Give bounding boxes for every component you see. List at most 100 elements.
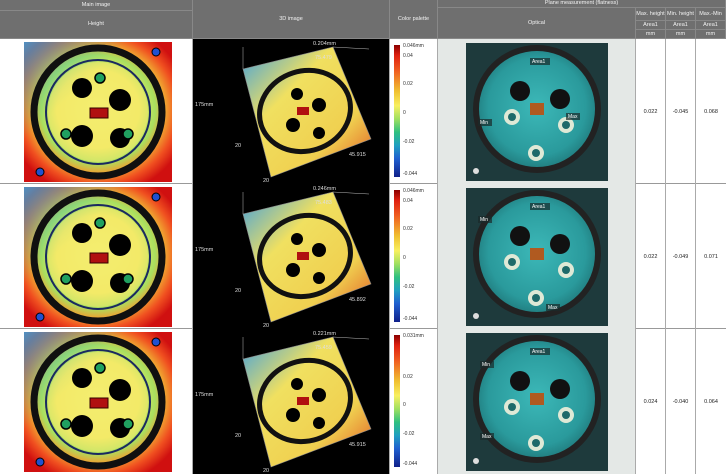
min-height-value: -0.040 bbox=[672, 398, 689, 405]
color-palette-cell: 0.046mm 0.04 0.02 0 -0.02 -0.044 bbox=[390, 184, 438, 329]
axis-tick-b-label: 20 bbox=[263, 468, 269, 474]
axis-y-length-label: 175mm bbox=[195, 392, 214, 398]
palette-top-label: 0.046mm bbox=[403, 43, 424, 49]
result-row: 0.246mm 75.483 175mm 20 20 45.892 0.046m… bbox=[0, 184, 726, 329]
view-3d-cell: 0.221mm 75.459 175mm 20 20 45.915 bbox=[193, 329, 390, 474]
axis-corner-label: 75.479 bbox=[315, 55, 332, 61]
height-map-cell bbox=[0, 184, 193, 329]
optical-cell: Area1 Min Max bbox=[438, 329, 636, 474]
color-palette-bar bbox=[394, 190, 400, 322]
color-palette-cell: 0.031mm 0.02 0 -0.02 -0.044 bbox=[390, 329, 438, 474]
header-max-min: Max.-Min bbox=[696, 8, 726, 21]
height-map-image bbox=[24, 332, 172, 472]
header-min-height: Min. height bbox=[666, 8, 696, 21]
header-3d-image: 3D image bbox=[193, 0, 390, 39]
height-map-image bbox=[24, 42, 172, 182]
min-height-cell: -0.045 bbox=[666, 39, 696, 184]
palette-tick: -0.044 bbox=[403, 316, 418, 322]
palette-tick: 0.04 bbox=[403, 53, 413, 59]
axis-tick-a-label: 20 bbox=[235, 288, 241, 294]
max-min-cell: 0.071 bbox=[696, 184, 726, 329]
axis-corner-label: 75.459 bbox=[315, 345, 332, 351]
optical-area-tag: Area1 bbox=[532, 349, 546, 355]
max-height-cell: 0.024 bbox=[636, 329, 666, 474]
optical-cell: Area1 Min Max bbox=[438, 39, 636, 184]
palette-tick: -0.02 bbox=[403, 431, 415, 437]
min-height-value: -0.045 bbox=[672, 108, 689, 115]
palette-tick: 0 bbox=[403, 402, 406, 408]
result-row: 0.204mm 75.479 175mm 20 20 45.915 0.046m… bbox=[0, 39, 726, 184]
axis-tick-a-label: 20 bbox=[235, 143, 241, 149]
max-min-value: 0.068 bbox=[704, 108, 718, 115]
header-color-palette: Color palette bbox=[390, 0, 438, 39]
palette-tick: 0.04 bbox=[403, 198, 413, 204]
view-3d-image: 0.221mm 75.459 175mm 20 20 45.915 bbox=[195, 331, 372, 474]
axis-z-top-label: 0.204mm bbox=[313, 41, 336, 47]
optical-min-tag: Min bbox=[480, 120, 488, 126]
palette-tick: 0.02 bbox=[403, 226, 413, 232]
view-3d-cell: 0.204mm 75.479 175mm 20 20 45.915 bbox=[193, 39, 390, 184]
max-height-cell: 0.022 bbox=[636, 39, 666, 184]
axis-y-length-label: 175mm bbox=[195, 102, 214, 108]
palette-tick: -0.02 bbox=[403, 284, 415, 290]
height-map-image bbox=[24, 187, 172, 327]
axis-tick-a-label: 20 bbox=[235, 433, 241, 439]
optical-image: Area1 Min Max bbox=[466, 333, 608, 471]
optical-min-tag: Min bbox=[480, 217, 488, 223]
axis-z-top-label: 0.246mm bbox=[313, 186, 336, 192]
header-max-height: Max. height bbox=[636, 8, 666, 21]
view-3d-image: 0.204mm 75.479 175mm 20 20 45.915 bbox=[195, 41, 372, 184]
header-main-image: Main image bbox=[0, 0, 193, 11]
palette-tick: 0.02 bbox=[403, 374, 413, 380]
color-palette-bar bbox=[394, 335, 400, 467]
header-max-height-unit: mm bbox=[636, 30, 666, 39]
header-max-height-area: Area1 bbox=[636, 21, 666, 30]
max-min-value: 0.064 bbox=[704, 398, 718, 405]
header-min-height-unit: mm bbox=[666, 30, 696, 39]
optical-max-tag: Max bbox=[568, 114, 578, 120]
axis-x-length-label: 45.915 bbox=[349, 442, 366, 448]
optical-min-tag: Min bbox=[482, 362, 490, 368]
height-map-cell bbox=[0, 329, 193, 474]
palette-tick: 0.02 bbox=[403, 81, 413, 87]
palette-tick: -0.02 bbox=[403, 139, 415, 145]
optical-cell: Area1 Min Max bbox=[438, 184, 636, 329]
result-row: 0.221mm 75.459 175mm 20 20 45.915 0.031m… bbox=[0, 329, 726, 474]
palette-tick: -0.044 bbox=[403, 461, 418, 467]
view-3d-cell: 0.246mm 75.483 175mm 20 20 45.892 bbox=[193, 184, 390, 329]
palette-tick: 0 bbox=[403, 110, 406, 116]
height-map-cell bbox=[0, 39, 193, 184]
optical-area-tag: Area1 bbox=[532, 59, 546, 65]
palette-top-label: 0.031mm bbox=[403, 333, 424, 339]
axis-x-length-label: 45.915 bbox=[349, 152, 366, 158]
max-min-value: 0.071 bbox=[704, 253, 718, 260]
axis-z-top-label: 0.221mm bbox=[313, 331, 336, 337]
max-height-cell: 0.022 bbox=[636, 184, 666, 329]
optical-max-tag: Max bbox=[482, 434, 492, 440]
max-min-cell: 0.068 bbox=[696, 39, 726, 184]
color-palette-bar bbox=[394, 45, 400, 177]
axis-corner-label: 75.483 bbox=[315, 200, 332, 206]
min-height-cell: -0.049 bbox=[666, 184, 696, 329]
max-height-value: 0.022 bbox=[643, 253, 658, 260]
header-height: Height bbox=[0, 11, 193, 39]
max-min-cell: 0.064 bbox=[696, 329, 726, 474]
header-plane-measurement: Plane measurement (flatness) bbox=[438, 0, 726, 8]
max-height-value: 0.024 bbox=[643, 398, 658, 405]
optical-max-tag: Max bbox=[548, 305, 558, 311]
optical-image: Area1 Min Max bbox=[466, 188, 608, 326]
max-height-value: 0.022 bbox=[643, 108, 658, 115]
optical-image: Area1 Min Max bbox=[466, 43, 608, 181]
min-height-value: -0.049 bbox=[672, 253, 689, 260]
palette-tick: 0 bbox=[403, 255, 406, 261]
axis-y-length-label: 175mm bbox=[195, 247, 214, 253]
color-palette-cell: 0.046mm 0.04 0.02 0 -0.02 -0.044 bbox=[390, 39, 438, 184]
header-max-min-unit: mm bbox=[696, 30, 726, 39]
header-max-min-area: Area1 bbox=[696, 21, 726, 30]
view-3d-image: 0.246mm 75.483 175mm 20 20 45.892 bbox=[195, 186, 372, 329]
palette-tick: -0.044 bbox=[403, 171, 418, 177]
axis-x-length-label: 45.892 bbox=[349, 297, 366, 303]
optical-area-tag: Area1 bbox=[532, 204, 546, 210]
header-min-height-area: Area1 bbox=[666, 21, 696, 30]
palette-top-label: 0.046mm bbox=[403, 188, 424, 194]
